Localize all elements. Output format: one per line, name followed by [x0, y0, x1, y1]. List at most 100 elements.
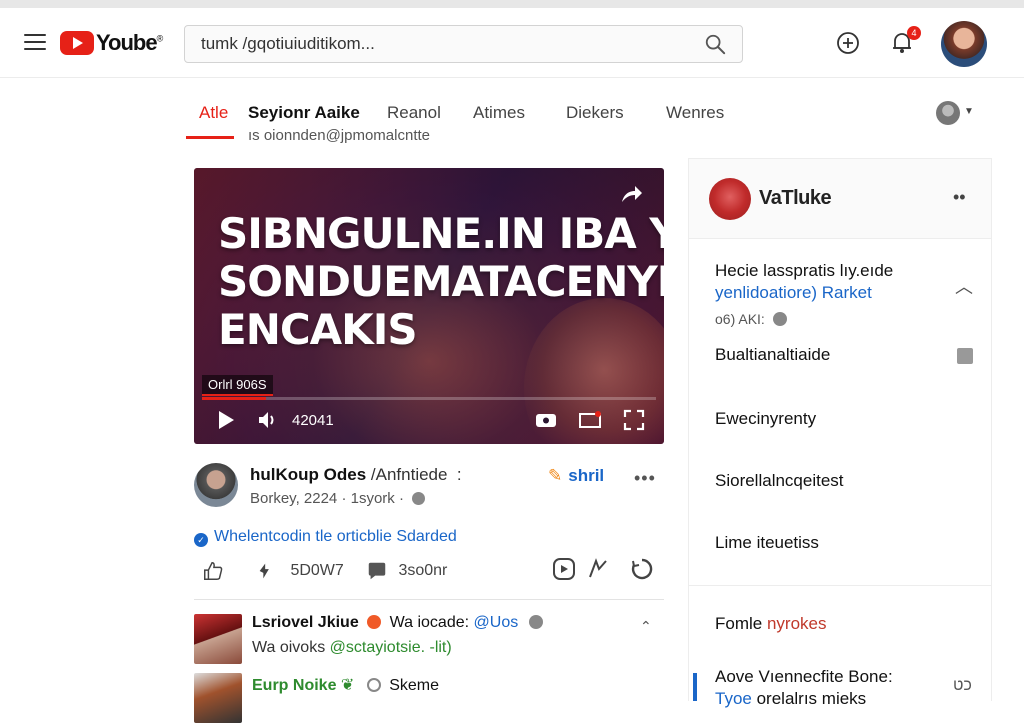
tab-wenres[interactable]: Wenres	[666, 103, 724, 123]
fullscreen-icon[interactable]	[622, 408, 646, 432]
bottom-item-link[interactable]: Tyoe	[715, 689, 752, 708]
video-title-line: SIBNGULNE.IN IBA YIOR	[218, 209, 664, 258]
panel-item-link[interactable]: yenlidoatiore) Rarket	[715, 283, 893, 303]
panel-title: VaTluke	[759, 187, 832, 209]
leaf-icon: ❦	[340, 677, 355, 694]
bottom-item-text: orelalrıs mieks	[756, 689, 867, 708]
tab-all[interactable]: Atle	[199, 103, 228, 123]
save-icon[interactable]	[552, 557, 576, 581]
video-controls: 42041	[194, 400, 664, 444]
panel-section-label[interactable]: Fomle nyrokes	[715, 614, 827, 634]
video-title-line: SONDUEMATACENYRE	[218, 257, 664, 306]
logo-play-icon	[60, 31, 94, 55]
search-bar	[184, 25, 743, 63]
comment-tag: Skeme	[389, 677, 440, 694]
panel-item[interactable]: Ewecinyrenty	[715, 409, 816, 429]
comment-handle[interactable]: @Uos	[474, 614, 519, 631]
collapse-icon[interactable]: ︿	[955, 273, 973, 299]
more-options-icon[interactable]: •••	[634, 468, 656, 489]
related-video-thumbnail[interactable]	[194, 614, 242, 664]
profile-switch-avatar[interactable]	[936, 101, 960, 125]
comment-text-prefix: Wa oivoks	[252, 639, 326, 656]
share-icon: ✎	[548, 466, 563, 485]
comment-header: Lsriovel Jkiue Wa iocade: @Uos	[252, 614, 543, 632]
panel-item[interactable]: Bualtianaltiaide	[715, 345, 830, 365]
comment-icon	[368, 562, 386, 580]
panel-header: VaTluke ••	[689, 159, 991, 239]
share-arrow-icon[interactable]	[618, 182, 644, 208]
header: Yoube® 4	[0, 8, 1024, 78]
clip-icon[interactable]	[586, 557, 610, 581]
clock-icon	[412, 492, 426, 505]
menu-icon[interactable]	[24, 34, 46, 52]
panel-avatar[interactable]	[709, 178, 751, 220]
checkbox-icon[interactable]	[957, 348, 973, 364]
panel-bottom-item[interactable]: Aove Vıennecfite Bone: Tyoe orelalrıs mi…	[715, 667, 893, 709]
search-input[interactable]	[185, 34, 685, 54]
video-title-line: ENCAKIS	[218, 305, 418, 354]
chevron-up-icon[interactable]: ⌃	[640, 618, 652, 635]
panel-item-meta: o6) AKI:	[715, 311, 765, 327]
miniplayer-icon[interactable]	[578, 408, 602, 432]
panel-item[interactable]: Siorellalncqeitest	[715, 471, 844, 491]
section-label-highlight: nyrokes	[766, 614, 827, 633]
browser-top-strip	[0, 0, 1024, 8]
play-icon[interactable]	[214, 408, 238, 432]
video-meta: Borkey, 2224 · 1syork ·	[250, 490, 426, 507]
panel-item-title: Hecie lasspratis lıy.eıde	[715, 261, 894, 280]
rating-icon	[259, 563, 269, 579]
related-video-thumbnail[interactable]	[194, 673, 242, 723]
tab-channel[interactable]: Seyionr Aaike	[248, 103, 360, 123]
comment-author[interactable]: Eurp Noike	[252, 677, 336, 694]
comments-button[interactable]: 3so0nr	[366, 560, 447, 582]
thumbs-up-icon	[204, 562, 223, 580]
comment-tag: Wa iocade:	[389, 614, 470, 631]
comment-text: Wa oivoks @sctayiotsie. -lit)	[252, 639, 452, 657]
panel-divider	[689, 585, 991, 586]
account-avatar[interactable]	[941, 21, 987, 67]
logo[interactable]: Yoube®	[60, 30, 163, 56]
section-label-text: Fomle	[715, 614, 763, 633]
video-chip: Orlrl 906S	[202, 375, 273, 396]
verified-link[interactable]: ✓ Whelentcodin tle orticblie Sdarded	[194, 528, 457, 547]
comment-header: Eurp Noike ❦ Skeme	[252, 675, 439, 695]
comment-author[interactable]: Lsriovel Jkiue	[252, 614, 359, 631]
refresh-icon[interactable]	[630, 557, 654, 581]
verified-check-icon: ✓	[194, 533, 208, 547]
bottom-item-icon[interactable]: כט	[953, 677, 972, 695]
dislike-count[interactable]: 5D0W7	[256, 560, 344, 582]
verified-text: Whelentcodin tle orticblie Sdarded	[214, 528, 457, 545]
channel-name-text: hulKoup Odes	[250, 465, 367, 484]
panel-item-featured[interactable]: Hecie lasspratis lıy.eıde yenlidoatiore)…	[715, 261, 893, 327]
video-time: 42041	[292, 412, 334, 429]
right-panel: VaTluke •• Hecie lasspratis lıy.eıde yen…	[688, 158, 992, 708]
tab-atimes[interactable]: Atimes	[473, 103, 525, 123]
notification-button[interactable]: 4	[889, 26, 921, 56]
channel-name[interactable]: hulKoup Odes /Anfntiede :	[250, 465, 462, 485]
notification-badge: 4	[907, 26, 921, 40]
comment-count: 3so0nr	[398, 562, 448, 580]
active-tab-indicator	[186, 136, 234, 139]
panel-more-icon[interactable]: ••	[953, 187, 966, 208]
video-meta-text: Borkey, 2224 · 1syork ·	[250, 490, 404, 507]
captions-icon[interactable]	[534, 408, 558, 432]
panel-item[interactable]: Lime iteuetiss	[715, 533, 819, 553]
search-icon[interactable]	[704, 33, 726, 55]
video-player[interactable]: SIBNGULNE.IN IBA YIOR SONDUEMATACENYRE E…	[194, 168, 664, 444]
channel-avatar[interactable]	[194, 463, 238, 507]
caret-down-icon[interactable]: ▼	[964, 106, 974, 117]
active-indicator	[693, 673, 697, 701]
tab-diekers[interactable]: Diekers	[566, 103, 624, 123]
comment-mention[interactable]: @sctayiotsie. -lit)	[330, 639, 452, 656]
info-icon	[366, 678, 381, 692]
share-button[interactable]: ✎ shril	[548, 466, 604, 486]
upload-icon[interactable]	[835, 30, 861, 56]
like-count: 5D0W7	[290, 562, 344, 580]
plus-icon[interactable]	[772, 312, 787, 326]
tab-reanol[interactable]: Reanol	[387, 103, 441, 123]
volume-icon[interactable]	[256, 408, 280, 432]
plus-icon[interactable]	[528, 615, 543, 629]
like-button[interactable]	[202, 560, 224, 582]
divider	[194, 599, 664, 600]
bottom-item-title: Aove Vıennecfite Bone:	[715, 667, 893, 686]
